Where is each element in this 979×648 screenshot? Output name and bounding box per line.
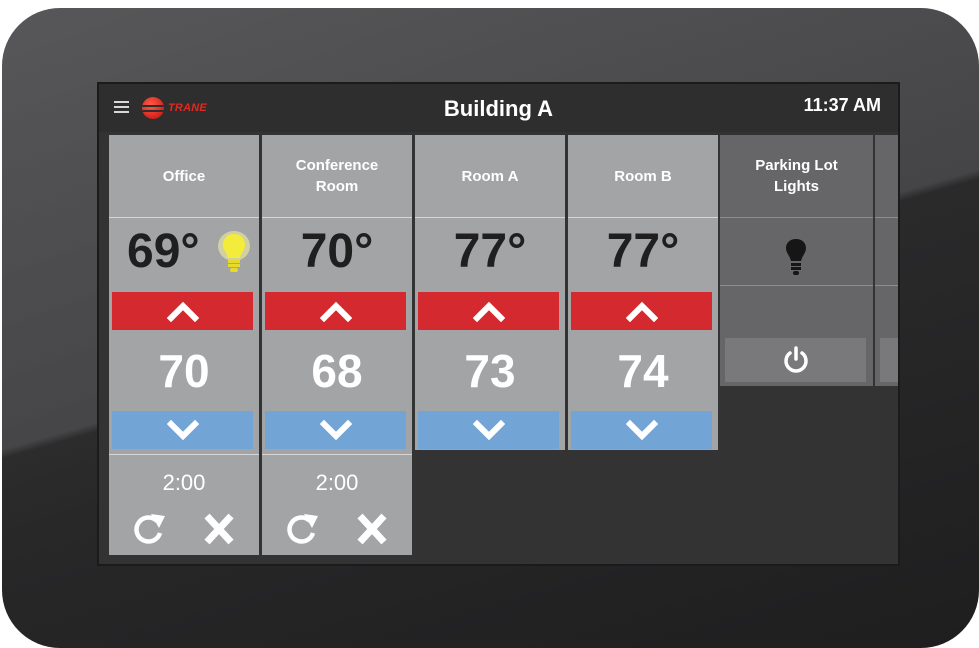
lights-tile-parking-lot: Parking Lot Lights [720,135,873,386]
increase-setpoint-button[interactable] [265,292,406,330]
zone-tile-room-b: Room B 77° 74 [568,135,718,450]
decrease-setpoint-button[interactable] [112,411,253,449]
divider [415,217,565,218]
divider [262,217,412,218]
divider [568,217,718,218]
divider [875,217,898,218]
power-icon [783,346,808,373]
divider [720,285,873,286]
zone-tile-room-a: Room A 77° 73 [415,135,565,450]
touch-screen: TRANE Building A 11:37 AM Office 69° 70 [99,84,898,564]
increase-setpoint-button[interactable] [112,292,253,330]
lights-name: Parking Lot Lights [755,157,838,195]
lights-power-button[interactable] [725,338,866,382]
chevron-down-icon [319,419,352,441]
chevron-up-icon [625,301,658,322]
setpoint-value: 73 [464,345,516,397]
close-icon[interactable] [352,511,392,547]
zone-name: Room A [461,167,519,185]
chevron-up-icon [472,301,505,322]
increase-setpoint-button[interactable] [571,292,712,330]
setpoint-value: 70 [158,345,210,397]
partial-button[interactable] [880,338,898,382]
zone-name: Room B [614,167,672,185]
chevron-down-icon [472,419,505,441]
decrease-setpoint-button[interactable] [571,411,712,449]
override-timer: 2:00 [162,470,206,495]
next-tile-partial[interactable] [875,135,898,386]
divider [262,454,412,455]
zone-tile-office: Office 69° 70 2:00 [109,135,259,555]
chevron-up-icon [166,301,199,322]
refresh-icon[interactable] [129,511,169,547]
current-temperature: 77° [606,225,680,278]
divider [109,217,259,218]
refresh-icon[interactable] [282,511,322,547]
light-bulb-icon [786,239,806,275]
divider [109,454,259,455]
clock: 11:37 AM [803,95,881,115]
top-bar: TRANE Building A 11:37 AM [99,84,898,132]
chevron-down-icon [166,419,199,441]
divider [720,217,873,218]
override-timer: 2:00 [315,470,359,495]
setpoint-value: 68 [311,345,363,397]
setpoint-value: 74 [617,345,669,397]
close-icon[interactable] [199,511,239,547]
current-temperature: 77° [453,225,527,278]
page-title: Building A [443,96,554,121]
zone-name: Office [162,167,206,185]
zone-name: Conference Room [295,157,379,195]
increase-setpoint-button[interactable] [418,292,559,330]
zone-tile-conference-room: Conference Room 70° 68 2:00 [262,135,412,555]
divider [875,285,898,286]
decrease-setpoint-button[interactable] [265,411,406,449]
current-temperature: 70° [300,225,374,278]
chevron-down-icon [625,419,658,441]
decrease-setpoint-button[interactable] [418,411,559,449]
chevron-up-icon [319,301,352,322]
light-bulb-icon[interactable] [217,230,251,276]
